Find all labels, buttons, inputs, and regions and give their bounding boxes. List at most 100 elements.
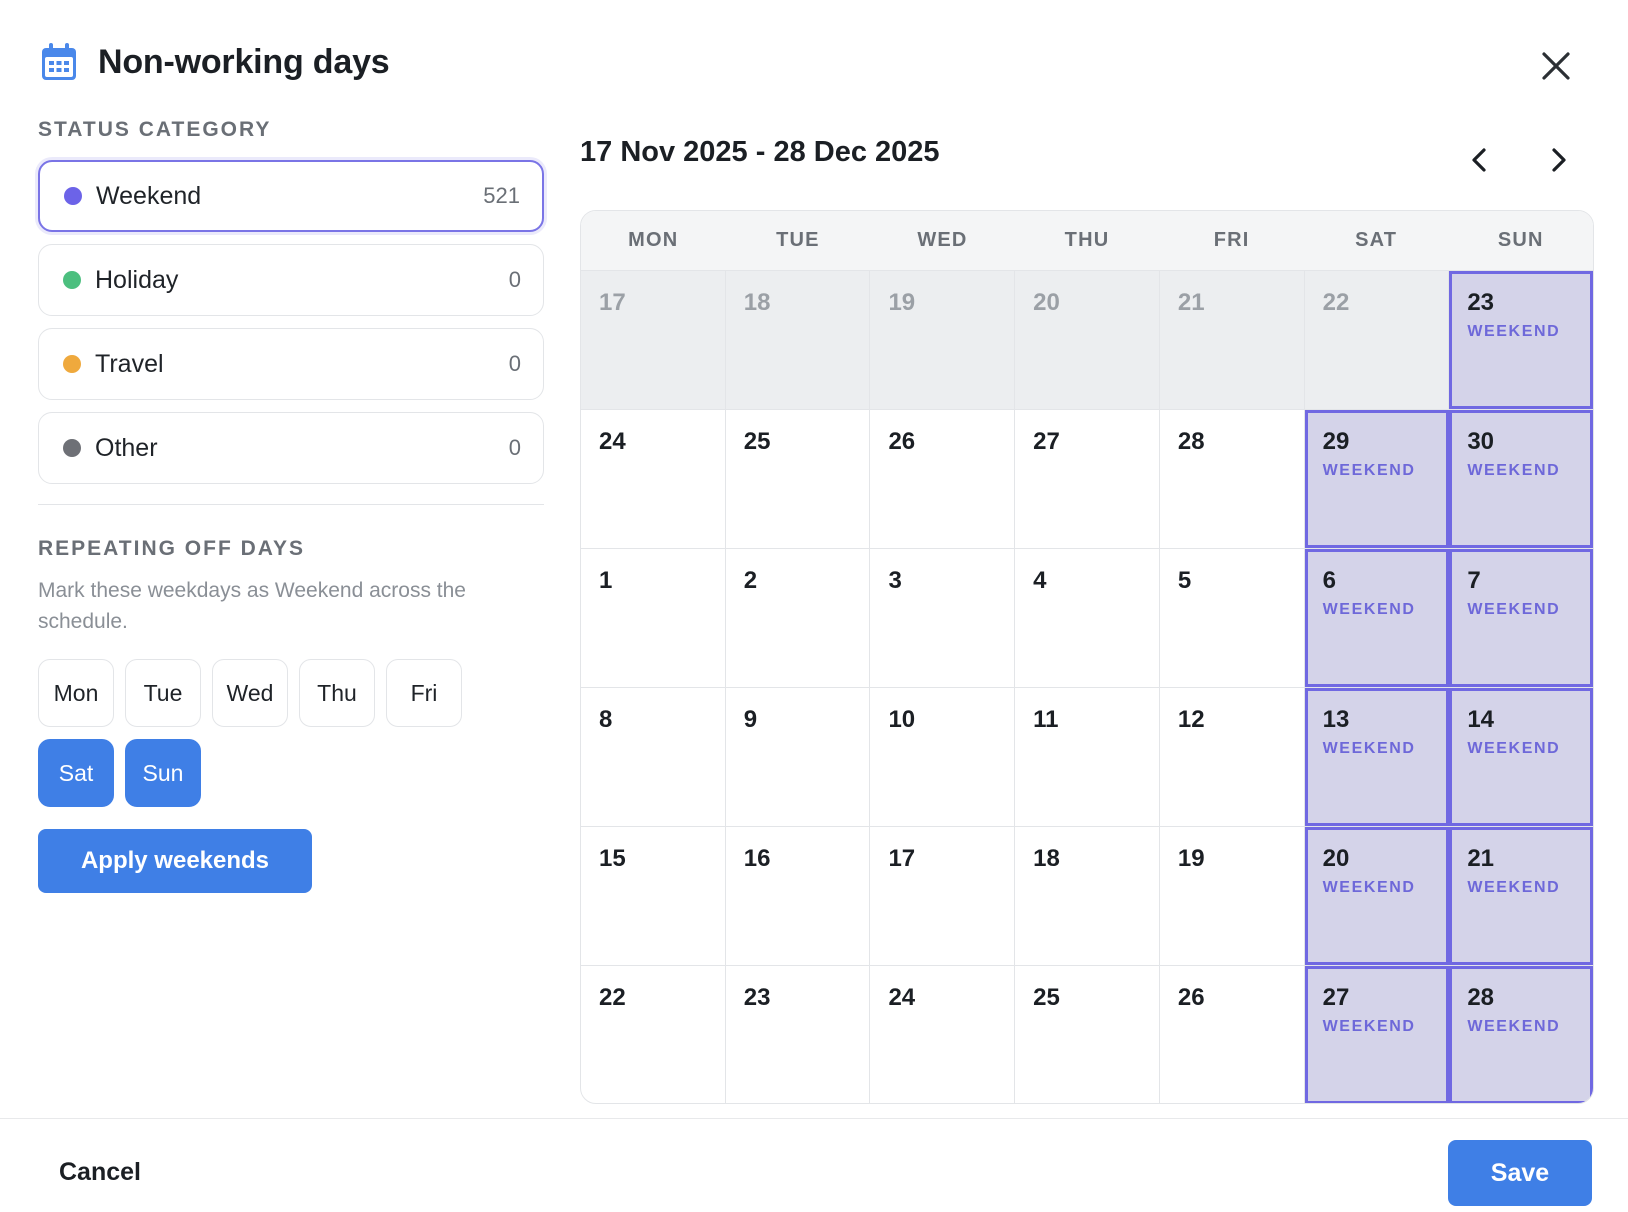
calendar-day-cell[interactable]: 8: [581, 688, 726, 826]
calendar-day-cell[interactable]: 7 WEEKEND: [1449, 549, 1593, 687]
calendar-day-cell[interactable]: 21: [1159, 271, 1305, 409]
day-number: 15: [599, 845, 626, 872]
left-panel: STATUS CATEGORY Weekend 521 Holiday 0 Travel…: [38, 118, 544, 893]
weekday-toggle-sun[interactable]: Sun: [125, 739, 201, 807]
calendar-day-cell[interactable]: 1: [581, 549, 726, 687]
status-item-weekend[interactable]: Weekend 521: [38, 160, 544, 232]
weekday-toggle-tue[interactable]: Tue: [125, 659, 201, 727]
calendar-day-cell[interactable]: 17: [870, 827, 1016, 965]
calendar-day-cell[interactable]: 14 WEEKEND: [1449, 688, 1593, 826]
status-label: Weekend: [96, 181, 202, 210]
calendar-day-cell[interactable]: 3: [870, 549, 1016, 687]
calendar-day-cell[interactable]: 9: [726, 688, 871, 826]
calendar-day-cell[interactable]: 18: [725, 271, 871, 409]
save-button[interactable]: Save: [1448, 1140, 1592, 1206]
calendar-day-cell[interactable]: 24: [581, 410, 726, 548]
status-item-other[interactable]: Other 0: [38, 412, 544, 484]
day-number: 26: [1177, 984, 1205, 1011]
weekday-toggle-mon[interactable]: Mon: [38, 659, 114, 727]
calendar-day-cell[interactable]: 12: [1160, 688, 1305, 826]
weekday-toggle-fri[interactable]: Fri: [386, 659, 462, 727]
calendar-day-cell[interactable]: 19: [1160, 827, 1305, 965]
weekday-header-fri: FRI: [1213, 229, 1250, 251]
day-number: 22: [599, 984, 626, 1011]
calendar-day-cell[interactable]: 25: [726, 410, 871, 548]
weekday-toggle-wed[interactable]: Wed: [212, 659, 288, 727]
calendar-grid: MON TUE WED THU FRI SAT SUN 17 18 19 20 21 22 23 WEEK…: [580, 210, 1594, 1104]
calendar-day-cell[interactable]: 28 WEEKEND: [1449, 966, 1593, 1103]
day-number: 19: [888, 289, 916, 316]
calendar-day-cell[interactable]: 23: [726, 966, 871, 1103]
calendar-week-row: 24 25 26 27 28 29 WEEKEND 30 WEEKEND: [581, 410, 1593, 549]
calendar-day-cell[interactable]: 25: [1015, 966, 1160, 1103]
calendar-day-cell[interactable]: 13 WEEKEND: [1304, 688, 1450, 826]
calendar-day-cell[interactable]: 6 WEEKEND: [1304, 549, 1450, 687]
day-number: 9: [743, 706, 758, 733]
weekday-header-sat: SAT: [1355, 229, 1398, 251]
day-number: 18: [743, 289, 771, 316]
calendar-week-row: 22 23 24 25 26 27 WEEKEND 28 WEEKEND: [581, 966, 1593, 1103]
status-item-travel[interactable]: Travel 0: [38, 328, 544, 400]
calendar-day-cell[interactable]: 29 WEEKEND: [1304, 410, 1450, 548]
footer-divider: [0, 1118, 1628, 1119]
weekday-header-sun: SUN: [1497, 229, 1544, 251]
status-category-list: Weekend 521 Holiday 0 Travel 0 Other 0: [38, 160, 544, 484]
day-number: 20: [1033, 289, 1060, 316]
calendar-day-cell[interactable]: 17: [581, 271, 726, 409]
calendar-day-cell[interactable]: 18: [1015, 827, 1160, 965]
calendar-day-cell[interactable]: 28: [1160, 410, 1305, 548]
status-item-holiday[interactable]: Holiday 0: [38, 244, 544, 316]
calendar-week-row: 17 18 19 20 21 22 23 WEEKEND: [581, 271, 1593, 410]
calendar-day-cell[interactable]: 4: [1015, 549, 1160, 687]
calendar-day-cell[interactable]: 2: [726, 549, 871, 687]
calendar-day-cell[interactable]: 27: [1015, 410, 1160, 548]
weekend-tag: WEEKEND: [1467, 740, 1561, 757]
calendar-day-cell[interactable]: 23 WEEKEND: [1449, 271, 1593, 409]
calendar-day-cell[interactable]: 22: [581, 966, 726, 1103]
calendar-day-cell[interactable]: 20: [1015, 271, 1160, 409]
calendar-day-cell[interactable]: 16: [726, 827, 871, 965]
weekend-tag: WEEKEND: [1467, 323, 1561, 340]
calendar-day-cell[interactable]: 26: [1160, 966, 1305, 1103]
cancel-button[interactable]: Cancel: [40, 1140, 160, 1204]
weekend-tag: WEEKEND: [1467, 601, 1561, 618]
calendar-day-cell[interactable]: 22: [1304, 271, 1450, 409]
status-count: 0: [508, 267, 521, 292]
status-color-dot: [64, 187, 82, 205]
weekday-toggle-sat[interactable]: Sat: [38, 739, 114, 807]
calendar-day-cell[interactable]: 26: [870, 410, 1016, 548]
day-number: 30: [1467, 428, 1495, 455]
calendar-day-cell[interactable]: 20 WEEKEND: [1304, 827, 1450, 965]
calendar-range-title: 17 Nov 2025 - 28 Dec 2025: [580, 136, 940, 168]
calendar-day-cell[interactable]: 21 WEEKEND: [1449, 827, 1593, 965]
status-label: Holiday: [95, 265, 179, 294]
day-number: 6: [1322, 567, 1336, 594]
weekday-toggle-thu[interactable]: Thu: [299, 659, 375, 727]
calendar-day-cell[interactable]: 11: [1015, 688, 1160, 826]
day-number: 24: [888, 984, 916, 1011]
calendar-day-cell[interactable]: 19: [870, 271, 1016, 409]
day-number: 1: [599, 567, 613, 594]
calendar-day-cell[interactable]: 30 WEEKEND: [1449, 410, 1593, 548]
calendar-week-row: 15 16 17 18 19 20 WEEKEND 21 WEEKEND: [581, 827, 1593, 966]
calendar-day-cell[interactable]: 5: [1160, 549, 1305, 687]
status-color-dot: [63, 271, 81, 289]
close-icon[interactable]: [1536, 46, 1576, 86]
weekend-tag: WEEKEND: [1322, 879, 1416, 896]
calendar-day-cell[interactable]: 24: [870, 966, 1016, 1103]
calendar-day-cell[interactable]: 15: [581, 827, 726, 965]
calendar-icon: [42, 43, 76, 80]
chevron-left-icon[interactable]: [1462, 142, 1498, 178]
status-label: Travel: [95, 349, 164, 378]
weekend-tag: WEEKEND: [1322, 462, 1416, 479]
repeating-off-days-label: REPEATING OFF DAYS: [38, 537, 306, 560]
weekday-header-tue: TUE: [776, 229, 820, 251]
repeating-off-days-section: REPEATING OFF DAYS Mark these weekdays a…: [38, 537, 544, 893]
calendar-day-cell[interactable]: 10: [870, 688, 1016, 826]
day-number: 4: [1033, 567, 1047, 594]
apply-weekends-button[interactable]: Apply weekends: [38, 829, 312, 893]
weekend-tag: WEEKEND: [1322, 1018, 1416, 1035]
calendar-day-cell[interactable]: 27 WEEKEND: [1304, 966, 1450, 1103]
chevron-right-icon[interactable]: [1540, 142, 1576, 178]
dialog-header: Non-working days: [40, 38, 390, 86]
